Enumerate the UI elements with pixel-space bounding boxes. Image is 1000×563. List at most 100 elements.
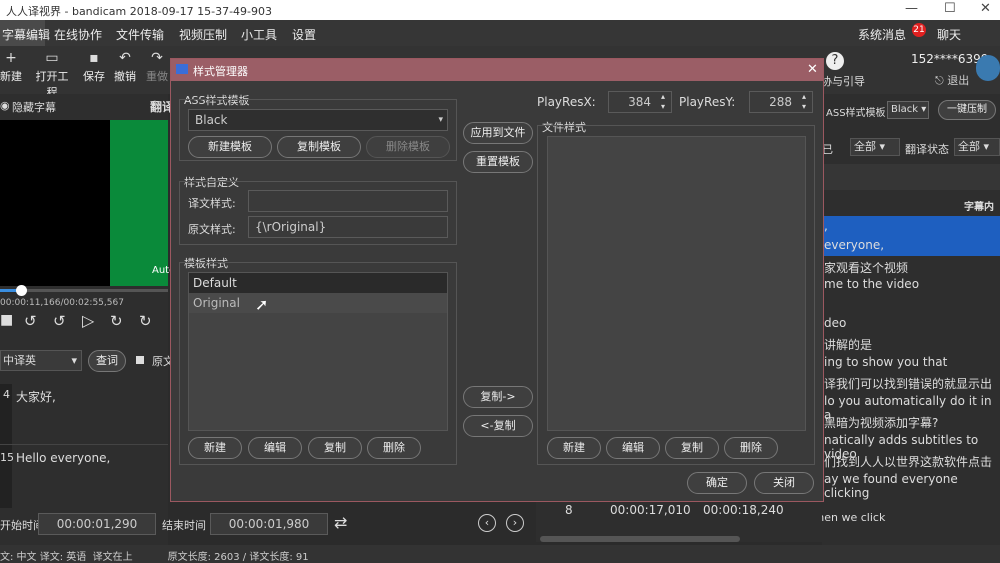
- one-click-compress-button[interactable]: 一键压制: [938, 100, 996, 120]
- chevron-down-icon: ▾: [438, 115, 443, 125]
- new-button[interactable]: + 新建: [0, 50, 28, 84]
- row-text[interactable]: Hello everyone,: [16, 451, 110, 465]
- list-item: 家观看这个视频: [824, 261, 909, 275]
- ass-template-select[interactable]: Black ▾: [887, 101, 929, 119]
- undo-button[interactable]: ↶ 撤销: [108, 50, 142, 84]
- dialog-title: 样式管理器: [193, 65, 248, 78]
- list-item: deo: [824, 316, 847, 330]
- ok-button[interactable]: 确定: [687, 472, 747, 494]
- copy-style-button[interactable]: 复制: [308, 437, 362, 459]
- end-time-label: 结束时间: [162, 519, 206, 532]
- status-text: 文: 中文 译文: 英语 译文在上 原文长度: 2603 / 译文长度: 91: [0, 552, 309, 563]
- rewind-1-icon[interactable]: ↺: [53, 312, 66, 330]
- save-button[interactable]: ▪ 保存: [77, 50, 111, 84]
- language-select[interactable]: 中译英 ▾: [0, 350, 82, 371]
- copy-file-style-button[interactable]: 复制: [665, 437, 719, 459]
- new-template-button[interactable]: 新建模板: [188, 136, 272, 158]
- status-bar: 文: 中文 译文: 英语 译文在上 原文长度: 2603 / 译文长度: 91: [0, 545, 1000, 563]
- forward-3-icon[interactable]: ↻: [139, 312, 152, 330]
- row-number: 4: [3, 388, 10, 401]
- prev-icon[interactable]: ‹: [478, 514, 496, 532]
- edit-style-button[interactable]: 编辑: [248, 437, 302, 459]
- orig-style-input[interactable]: {\rOriginal}: [248, 216, 448, 238]
- template-style-list: Default Original: [188, 272, 448, 431]
- playresy-label: PlayResY:: [679, 95, 736, 109]
- delete-template-button[interactable]: 删除模板: [366, 136, 450, 158]
- seek-handle[interactable]: [16, 285, 27, 296]
- chat-link[interactable]: 聊天: [937, 26, 961, 43]
- help-icon[interactable]: ?: [826, 52, 844, 70]
- trans-style-label: 译文样式:: [188, 197, 236, 210]
- row-start-time: 00:00:17,010: [610, 503, 691, 517]
- rewind-3-icon[interactable]: ↺: [24, 312, 37, 330]
- stepper-icon[interactable]: ▴ ▾: [802, 92, 806, 112]
- trans-style-input[interactable]: [248, 190, 448, 212]
- template-select[interactable]: Black ▾: [188, 109, 448, 131]
- copy-right-button[interactable]: 复制->: [463, 386, 533, 408]
- play-icon[interactable]: ▷: [82, 311, 94, 330]
- menu-subtitle-edit[interactable]: 字幕编辑: [2, 26, 50, 43]
- redo-button[interactable]: ↷ 重做: [140, 50, 174, 84]
- original-checkbox[interactable]: [136, 356, 144, 364]
- menu-collab[interactable]: 在线协作: [54, 26, 102, 43]
- eye-icon[interactable]: ◉: [0, 99, 10, 112]
- stop-icon[interactable]: ■: [0, 312, 13, 328]
- menu-settings[interactable]: 设置: [292, 26, 316, 43]
- status-all-select[interactable]: 全部 ▾: [954, 138, 1000, 156]
- new-style-button[interactable]: 新建: [188, 437, 242, 459]
- table-header-bar: [822, 164, 1000, 190]
- delete-file-style-button[interactable]: 删除: [724, 437, 778, 459]
- hide-subtitle-toggle[interactable]: 隐藏字幕: [12, 99, 56, 115]
- swap-icon[interactable]: ⇄: [334, 513, 347, 532]
- menu-video-compress[interactable]: 视频压制: [179, 26, 227, 43]
- system-message-link[interactable]: 系统消息: [858, 26, 906, 43]
- list-item: 黑暗为视频添加字幕?: [824, 416, 939, 430]
- row-gutter: [0, 384, 12, 508]
- horizontal-scrollbar[interactable]: [540, 536, 740, 542]
- list-item: ,: [824, 219, 828, 233]
- redo-icon: ↷: [151, 50, 163, 66]
- close-icon[interactable]: ✕: [807, 62, 818, 77]
- dialog-titlebar[interactable]: 样式管理器 ✕: [171, 59, 823, 81]
- edit-file-style-button[interactable]: 编辑: [606, 437, 660, 459]
- end-time-input[interactable]: 00:00:01,980: [210, 513, 328, 535]
- start-time-input[interactable]: 00:00:01,290: [38, 513, 156, 535]
- apply-to-file-button[interactable]: 应用到文件: [463, 122, 533, 144]
- next-icon[interactable]: ›: [506, 514, 524, 532]
- list-item: ing to show you that: [824, 355, 948, 369]
- chevron-down-icon: ▾: [71, 354, 77, 367]
- list-item: 们找到人人以世界这款软件点击: [824, 455, 993, 469]
- copy-left-button[interactable]: <-复制: [463, 415, 533, 437]
- list-item: everyone,: [824, 238, 885, 252]
- menu-tools[interactable]: 小工具: [241, 26, 277, 43]
- undo-icon: ↶: [119, 50, 131, 66]
- maximize-icon[interactable]: ☐: [944, 1, 956, 16]
- row-text[interactable]: 大家好,: [16, 388, 56, 405]
- avatar[interactable]: [976, 55, 1000, 81]
- timecode: 00:00:11,166/00:02:55,567: [0, 298, 124, 308]
- save-icon: ▪: [89, 50, 99, 66]
- close-button[interactable]: 关闭: [754, 472, 814, 494]
- list-item[interactable]: Original: [189, 293, 447, 313]
- close-window-icon[interactable]: ✕: [980, 1, 991, 16]
- new-file-style-button[interactable]: 新建: [547, 437, 601, 459]
- menu-file-transfer[interactable]: 文件传输: [116, 26, 164, 43]
- lookup-button[interactable]: 查词: [88, 350, 126, 372]
- reset-template-button[interactable]: 重置模板: [463, 151, 533, 173]
- list-item: 讲解的是: [824, 338, 873, 352]
- minimize-icon[interactable]: —: [905, 1, 918, 16]
- filter-all-select[interactable]: 全部 ▾: [850, 138, 900, 156]
- copy-template-button[interactable]: 复制模板: [277, 136, 361, 158]
- folder-icon: ▭: [45, 50, 59, 66]
- stepper-icon[interactable]: ▴ ▾: [661, 92, 665, 112]
- ass-template-label: ASS样式模板: [826, 108, 886, 119]
- app-icon: [176, 64, 188, 74]
- video-preview: [0, 120, 110, 286]
- delete-style-button[interactable]: 删除: [367, 437, 421, 459]
- list-item[interactable]: Default: [189, 273, 447, 293]
- window-title: 人人译视界 - bandicam 2018-09-17 15-37-49-903: [6, 5, 273, 18]
- logout-link[interactable]: ⎋ 退出: [935, 72, 969, 88]
- forward-1-icon[interactable]: ↻: [110, 312, 123, 330]
- row-divider: [0, 444, 168, 445]
- open-project-button[interactable]: ▭ 打开工程: [32, 50, 72, 100]
